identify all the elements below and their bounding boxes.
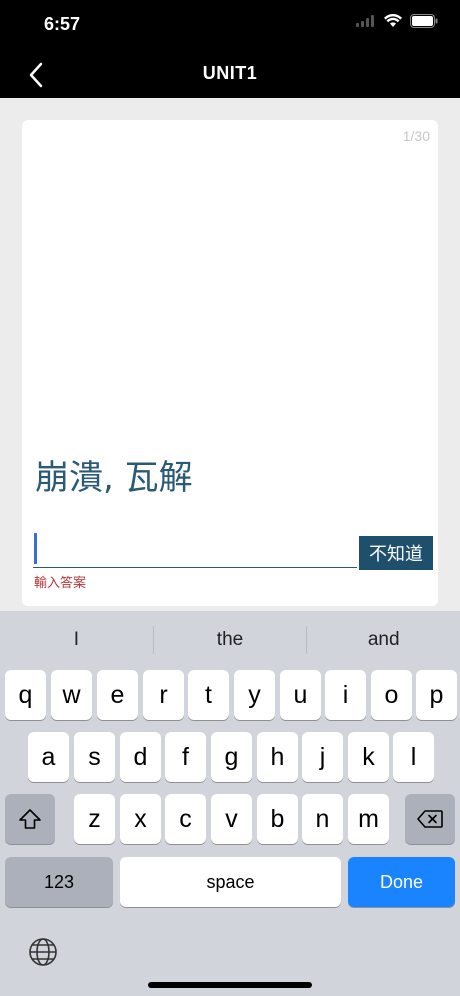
shift-key[interactable]: [5, 794, 55, 844]
key[interactable]: p: [416, 670, 457, 720]
key[interactable]: f: [165, 732, 206, 782]
key[interactable]: y: [234, 670, 275, 720]
key[interactable]: g: [211, 732, 252, 782]
key[interactable]: n: [302, 794, 343, 844]
key[interactable]: v: [211, 794, 252, 844]
shift-icon: [19, 809, 41, 829]
key[interactable]: w: [51, 670, 92, 720]
keyboard: I the and q w e r t y u i o p a s d f g …: [0, 611, 460, 996]
card-counter: 1/30: [402, 128, 430, 144]
key[interactable]: q: [5, 670, 46, 720]
key[interactable]: t: [188, 670, 229, 720]
key[interactable]: l: [393, 732, 434, 782]
delete-key[interactable]: [405, 794, 455, 844]
key[interactable]: k: [348, 732, 389, 782]
globe-button[interactable]: [28, 937, 58, 967]
key[interactable]: x: [120, 794, 161, 844]
input-hint: 輸入答案: [34, 576, 87, 591]
suggestion-item[interactable]: the: [154, 629, 307, 651]
home-indicator: [148, 982, 312, 988]
key[interactable]: o: [371, 670, 412, 720]
numbers-key[interactable]: 123: [5, 857, 113, 907]
key[interactable]: r: [143, 670, 184, 720]
page-title: UNIT1: [202, 63, 258, 83]
dont-know-button[interactable]: 不知道: [359, 536, 433, 570]
flashcard: 1/30 崩潰, 瓦解 不知道 輸入答案: [22, 120, 438, 606]
done-key[interactable]: Done: [348, 857, 455, 907]
suggestion-item[interactable]: and: [307, 629, 460, 651]
key[interactable]: e: [97, 670, 138, 720]
globe-icon: [29, 938, 57, 966]
status-icons: [356, 14, 438, 28]
key[interactable]: d: [120, 732, 161, 782]
key[interactable]: z: [74, 794, 115, 844]
key[interactable]: m: [348, 794, 389, 844]
wifi-icon: [384, 14, 402, 28]
key[interactable]: u: [280, 670, 321, 720]
answer-input[interactable]: [33, 530, 357, 568]
nav-bar: UNIT1: [0, 50, 460, 98]
space-key[interactable]: space: [120, 857, 341, 907]
suggestion-bar: I the and: [0, 611, 460, 669]
key[interactable]: h: [257, 732, 298, 782]
battery-icon: [410, 14, 438, 28]
suggestion-item[interactable]: I: [0, 629, 153, 651]
key[interactable]: a: [28, 732, 69, 782]
status-bar: 6:57: [0, 0, 460, 50]
key[interactable]: b: [257, 794, 298, 844]
key[interactable]: s: [74, 732, 115, 782]
text-cursor: [34, 533, 37, 564]
backspace-icon: [417, 810, 443, 828]
key[interactable]: j: [302, 732, 343, 782]
key[interactable]: i: [325, 670, 366, 720]
signal-icon: [356, 15, 376, 27]
status-time: 6:57: [44, 14, 81, 34]
question-text: 崩潰, 瓦解: [35, 458, 193, 498]
key[interactable]: c: [165, 794, 206, 844]
